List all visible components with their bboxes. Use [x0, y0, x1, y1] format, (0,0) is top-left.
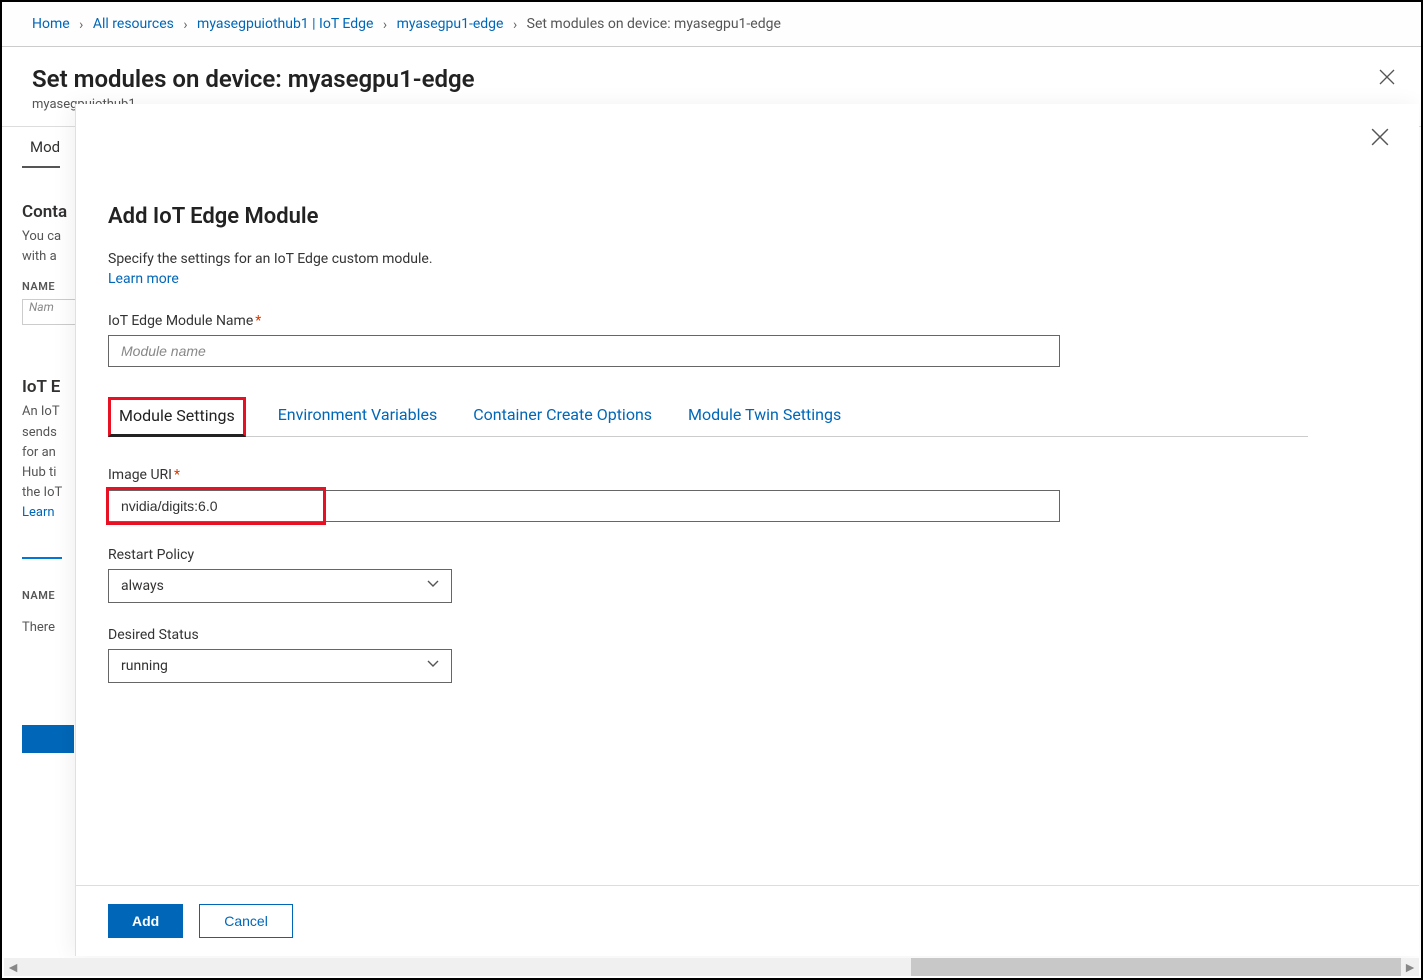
image-uri-field	[108, 489, 1060, 523]
chevron-right-icon: ›	[383, 17, 387, 33]
restart-policy-label: Restart Policy	[108, 547, 1387, 563]
desired-status-label: Desired Status	[108, 627, 1387, 643]
bg-column-header: NAME	[22, 280, 82, 293]
module-name-label: IoT Edge Module Name*	[108, 313, 1387, 329]
bg-name-input[interactable]: Nam	[22, 299, 77, 325]
chevron-down-icon	[427, 578, 439, 594]
bg-text: with a	[22, 248, 82, 266]
horizontal-scrollbar[interactable]: ◄ ►	[4, 958, 1419, 976]
bg-text: sends	[22, 424, 82, 442]
tab-module-settings[interactable]: Module Settings	[108, 397, 246, 437]
scroll-right-arrow-icon[interactable]: ►	[1401, 958, 1419, 976]
panel-tabs: Module Settings Environment Variables Co…	[108, 397, 1308, 437]
panel-title: Add IoT Edge Module	[108, 204, 1387, 229]
scroll-thumb[interactable]	[911, 958, 1401, 976]
restart-policy-value: always	[121, 578, 164, 594]
desired-status-value: running	[121, 658, 168, 674]
app-viewport: Home › All resources › myasegpuiothub1 |…	[0, 0, 1423, 980]
bg-text: the IoT	[22, 484, 82, 502]
bg-column-header: NAME	[22, 589, 82, 602]
module-name-input[interactable]	[108, 335, 1060, 367]
panel-description: Specify the settings for an IoT Edge cus…	[108, 251, 1387, 267]
bg-empty-text: There	[22, 620, 82, 635]
page-title: Set modules on device: myasegpu1-edge	[32, 65, 1391, 93]
image-uri-input[interactable]	[108, 490, 1060, 522]
learn-more-link[interactable]: Learn more	[108, 271, 179, 287]
bg-text: Hub ti	[22, 464, 82, 482]
panel-close-button[interactable]	[1371, 128, 1389, 150]
scroll-left-arrow-icon[interactable]: ◄	[4, 958, 22, 976]
chevron-right-icon: ›	[513, 17, 517, 33]
desired-status-select[interactable]: running	[108, 649, 452, 683]
tab-environment-variables[interactable]: Environment Variables	[274, 397, 442, 437]
chevron-down-icon	[427, 658, 439, 674]
breadcrumb-edge-device[interactable]: myasegpu1-edge	[397, 16, 504, 32]
add-module-panel: Add IoT Edge Module Specify the settings…	[75, 104, 1419, 956]
chevron-right-icon: ›	[79, 17, 83, 33]
panel-footer: Add Cancel	[76, 885, 1419, 956]
add-button[interactable]: Add	[108, 904, 183, 938]
breadcrumb: Home › All resources › myasegpuiothub1 |…	[2, 2, 1421, 47]
bg-section-title: Conta	[22, 202, 82, 222]
breadcrumb-home[interactable]: Home	[32, 16, 70, 32]
bg-learn-link[interactable]: Learn	[22, 504, 82, 522]
breadcrumb-current: Set modules on device: myasegpu1-edge	[527, 16, 781, 32]
restart-policy-select[interactable]: always	[108, 569, 452, 603]
bg-text: You ca	[22, 228, 82, 246]
image-uri-label: Image URI*	[108, 467, 1387, 483]
tab-container-create-options[interactable]: Container Create Options	[469, 397, 656, 437]
cancel-button[interactable]: Cancel	[199, 904, 293, 938]
background-content: Mod Conta You ca with a NAME Nam IoT E A…	[22, 130, 82, 753]
breadcrumb-all-resources[interactable]: All resources	[93, 16, 174, 32]
close-button[interactable]	[1379, 69, 1395, 89]
bg-section-title: IoT E	[22, 377, 82, 397]
scroll-track[interactable]	[22, 958, 1401, 976]
tab-module-twin-settings[interactable]: Module Twin Settings	[684, 397, 845, 437]
chevron-right-icon: ›	[183, 17, 187, 33]
breadcrumb-iothub[interactable]: myasegpuiothub1 | IoT Edge	[197, 16, 373, 32]
bg-button[interactable]	[22, 725, 74, 753]
bg-text: for an	[22, 444, 82, 462]
bg-text: An IoT	[22, 403, 82, 421]
bg-tab-modules[interactable]: Mod	[22, 130, 60, 168]
